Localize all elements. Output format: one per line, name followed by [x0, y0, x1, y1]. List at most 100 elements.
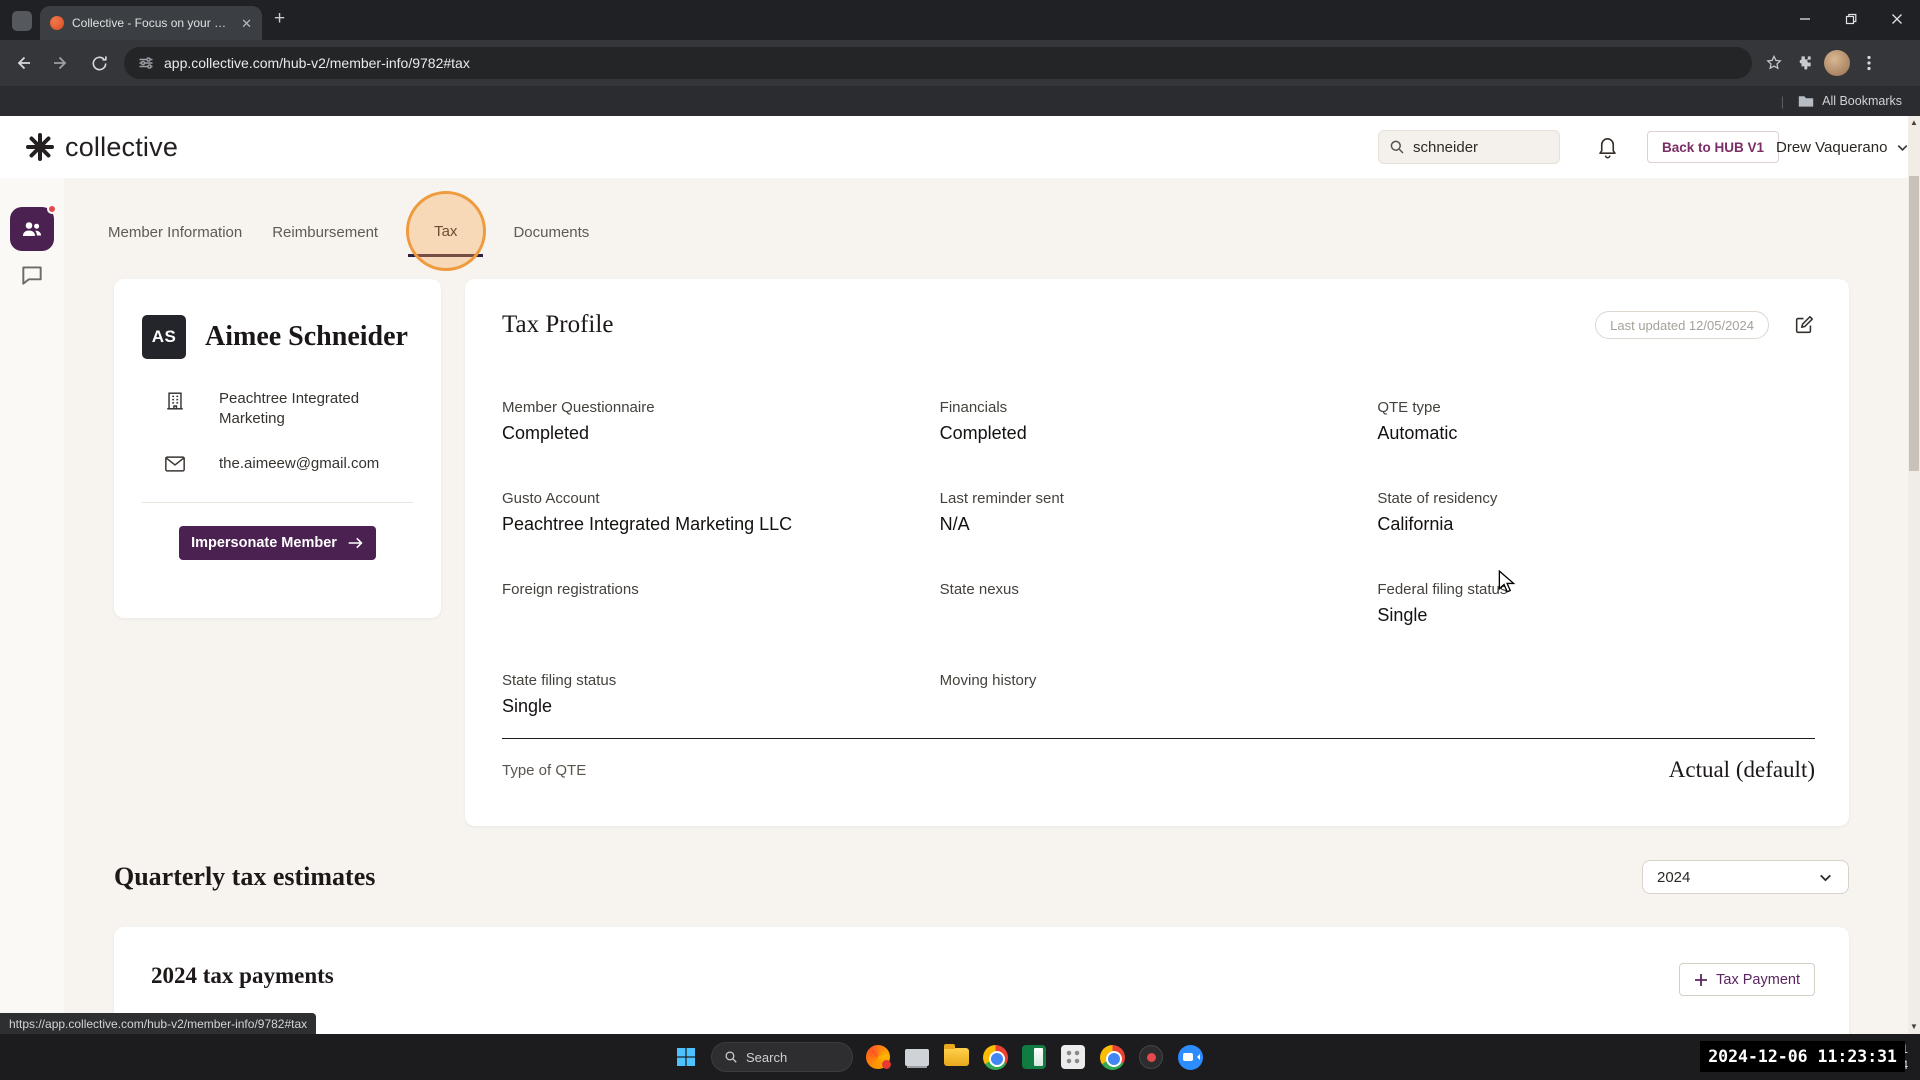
notification-dot: [47, 204, 57, 214]
taskbar-app-icon[interactable]: [1059, 1043, 1087, 1071]
scroll-up-icon[interactable]: ▲: [1908, 118, 1920, 128]
firefox-icon: [866, 1045, 890, 1069]
reload-button[interactable]: [84, 48, 114, 78]
bookmark-star-icon[interactable]: [1764, 53, 1784, 73]
taskbar-app-icon[interactable]: [1098, 1043, 1126, 1071]
collective-logo[interactable]: collective: [24, 131, 178, 163]
window-close-button[interactable]: [1874, 0, 1920, 38]
member-head: AS Aimee Schneider: [142, 315, 413, 359]
browser-tabstrip: Collective - Focus on your pass ✕ +: [0, 0, 1920, 40]
plus-icon: [1694, 973, 1708, 987]
last-updated-badge: Last updated 12/05/2024: [1595, 311, 1769, 339]
browser-toolbar: app.collective.com/hub-v2/member-info/97…: [0, 40, 1920, 86]
type-of-qte-label: Type of QTE: [502, 762, 586, 779]
member-company: Peachtree Integrated Marketing: [219, 389, 369, 430]
url-bar[interactable]: app.collective.com/hub-v2/member-info/97…: [124, 47, 1752, 79]
impersonate-member-button[interactable]: Impersonate Member: [179, 526, 376, 560]
edit-icon[interactable]: [1793, 314, 1815, 336]
flower-logo-icon: [24, 131, 56, 163]
add-tax-payment-button[interactable]: Tax Payment: [1679, 963, 1815, 996]
app-header: collective Back to HUB V1 Drew Vaquerano: [0, 116, 1920, 178]
app-sidebar: [0, 178, 64, 1034]
extensions-icon[interactable]: [1794, 53, 1814, 73]
page-scrollbar[interactable]: ▲ ▼: [1908, 116, 1920, 1034]
taskbar-search-label: Search: [746, 1050, 787, 1065]
windows-taskbar: Search 11:23:31 12/6/2024: [0, 1034, 1920, 1080]
field-gusto-account: Gusto AccountPeachtree Integrated Market…: [502, 490, 940, 581]
member-email: the.aimeew@gmail.com: [219, 454, 369, 474]
tab-documents[interactable]: Documents: [513, 208, 589, 257]
new-tab-button[interactable]: +: [274, 9, 285, 28]
content-row: AS Aimee Schneider Peachtree Integrated …: [64, 257, 1920, 826]
chrome-icon: [1100, 1045, 1125, 1070]
member-name: Aimee Schneider: [205, 321, 408, 353]
taskbar-app-icon[interactable]: [1176, 1043, 1204, 1071]
field-state-filing-status: State filing statusSingle: [502, 672, 940, 763]
people-icon: [20, 217, 44, 241]
header-search-input[interactable]: [1413, 139, 1543, 156]
window-minimize-button[interactable]: [1782, 0, 1828, 38]
tax-profile-title: Tax Profile: [502, 311, 613, 339]
member-email-row: the.aimeew@gmail.com: [142, 454, 413, 474]
field-financials: FinancialsCompleted: [940, 399, 1378, 490]
chevron-down-icon: [1817, 869, 1834, 886]
taskbar-app-icon[interactable]: [981, 1043, 1009, 1071]
search-icon: [1389, 139, 1405, 155]
back-button[interactable]: [8, 48, 38, 78]
status-link-bubble: https://app.collective.com/hub-v2/member…: [0, 1013, 316, 1034]
field-federal-filing-status: Federal filing statusSingle: [1377, 581, 1815, 672]
search-icon: [724, 1050, 738, 1064]
notifications-bell-icon[interactable]: [1596, 134, 1619, 164]
mail-icon: [164, 454, 186, 474]
taskbar-app-icon[interactable]: [1020, 1043, 1048, 1071]
chrome-icon: [983, 1045, 1008, 1070]
window-restore-button[interactable]: [1828, 0, 1874, 38]
tax-fields-grid: Member QuestionnaireCompleted Financials…: [502, 399, 1815, 763]
type-of-qte-value: Actual (default): [1669, 757, 1815, 783]
taskbar-app-icon[interactable]: [942, 1043, 970, 1071]
sidebar-item-messages[interactable]: [19, 262, 45, 288]
member-profile-card: AS Aimee Schneider Peachtree Integrated …: [114, 279, 441, 618]
card-divider: [142, 502, 413, 503]
chat-icon: [19, 262, 45, 288]
type-of-qte-row: Type of QTE Actual (default): [502, 757, 1815, 783]
windows-logo-icon: [676, 1047, 696, 1067]
taskbar-app-icon[interactable]: [903, 1043, 931, 1071]
header-search[interactable]: [1378, 130, 1560, 164]
folder-icon: [1798, 94, 1814, 108]
start-button[interactable]: [672, 1043, 700, 1071]
member-company-row: Peachtree Integrated Marketing: [142, 389, 413, 430]
field-moving-history: Moving history: [940, 672, 1378, 763]
quarterly-heading: Quarterly tax estimates: [114, 862, 375, 892]
url-text: app.collective.com/hub-v2/member-info/97…: [164, 55, 470, 71]
field-state-of-residency: State of residencyCalifornia: [1377, 490, 1815, 581]
quarterly-row: Quarterly tax estimates 2024: [64, 826, 1920, 894]
scrollbar-thumb[interactable]: [1909, 176, 1919, 471]
browser-tab[interactable]: Collective - Focus on your pass ✕: [40, 6, 262, 40]
tab-close-icon[interactable]: ✕: [239, 15, 254, 32]
tab-tax[interactable]: Tax: [408, 208, 483, 257]
tab-reimbursement[interactable]: Reimbursement: [272, 208, 378, 257]
taskbar-app-icon[interactable]: [864, 1043, 892, 1071]
member-avatar: AS: [142, 315, 186, 359]
toolbar-icons: [1764, 50, 1878, 76]
sidebar-item-members[interactable]: [10, 207, 54, 251]
all-bookmarks-button[interactable]: All Bookmarks: [1822, 94, 1902, 108]
year-select[interactable]: 2024: [1642, 860, 1849, 894]
excel-icon: [1022, 1045, 1046, 1069]
arrow-right-icon: [347, 536, 364, 550]
taskbar-app-icon[interactable]: [1137, 1043, 1165, 1071]
user-menu[interactable]: Drew Vaquerano: [1776, 116, 1910, 178]
tab-member-information[interactable]: Member Information: [108, 208, 242, 257]
bookmarks-bar: | All Bookmarks: [0, 86, 1920, 116]
site-settings-icon[interactable]: [138, 55, 154, 71]
taskbar-search[interactable]: Search: [711, 1042, 853, 1072]
calculator-icon: [1061, 1045, 1085, 1069]
tab-search-button[interactable]: [12, 11, 32, 31]
back-to-hub-button[interactable]: Back to HUB V1: [1647, 131, 1779, 163]
member-tabs: Member Information Reimbursement Tax Doc…: [64, 208, 1920, 257]
browser-menu-icon[interactable]: [1860, 54, 1878, 72]
scroll-down-icon[interactable]: ▼: [1908, 1022, 1920, 1032]
browser-profile-avatar[interactable]: [1824, 50, 1850, 76]
forward-button[interactable]: [46, 48, 76, 78]
